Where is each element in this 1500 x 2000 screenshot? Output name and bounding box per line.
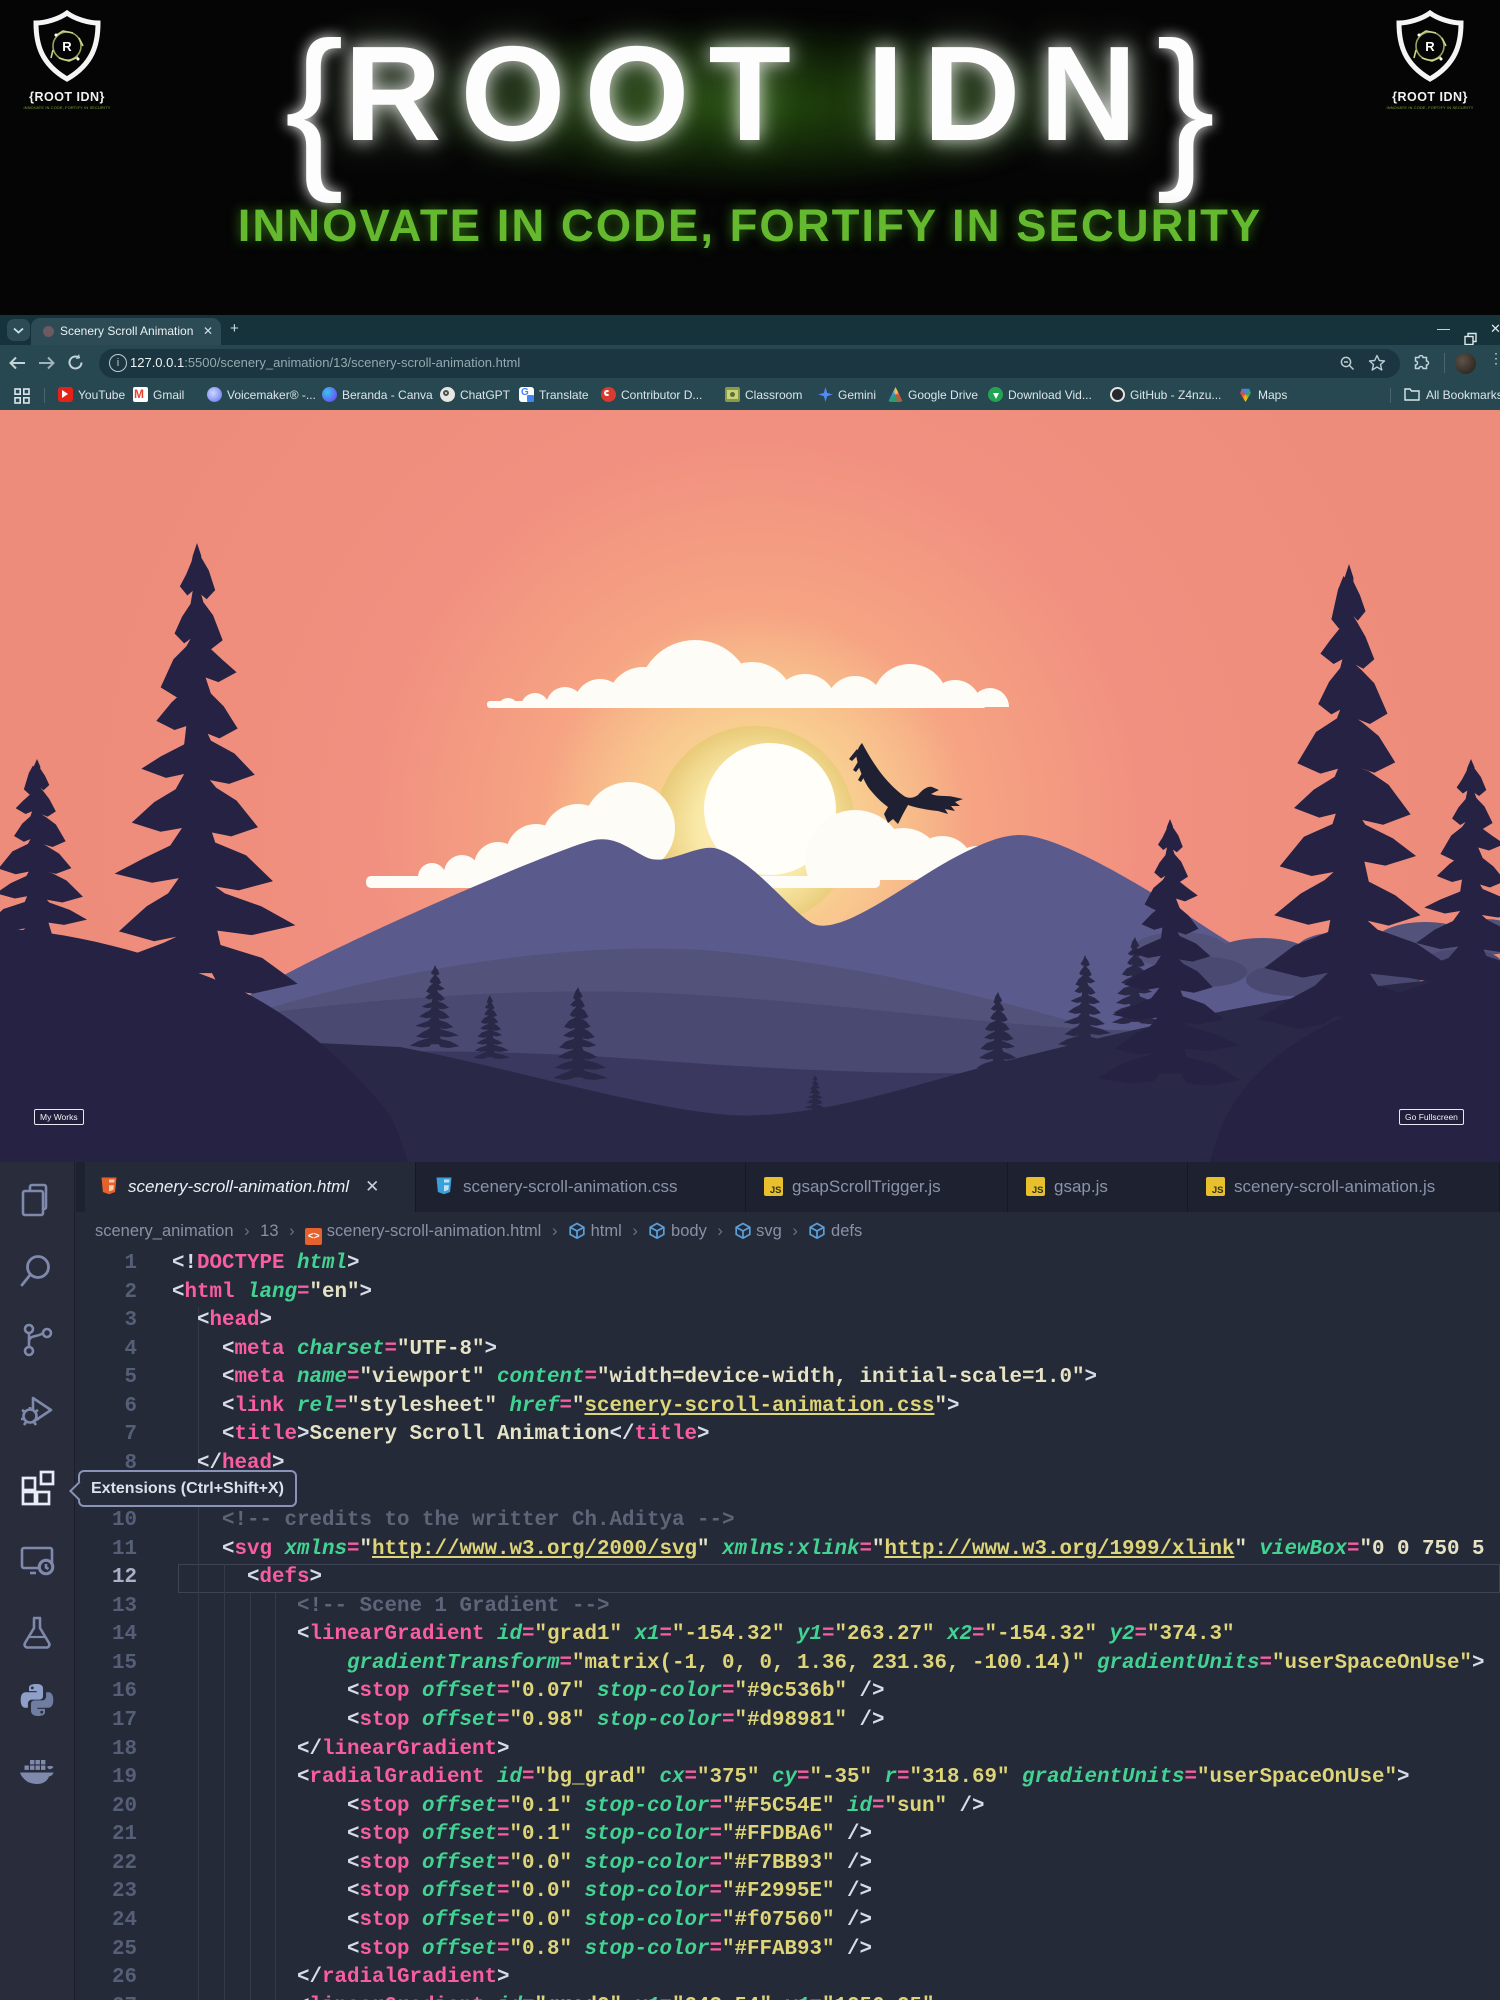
svg-text:R: R bbox=[62, 39, 72, 54]
svg-text:R: R bbox=[1425, 39, 1435, 54]
